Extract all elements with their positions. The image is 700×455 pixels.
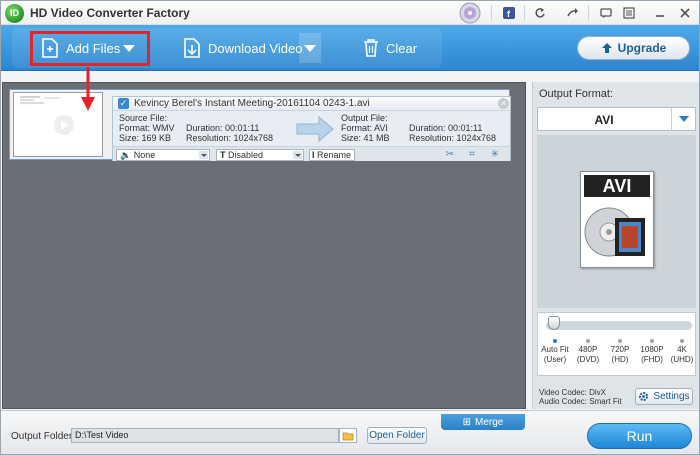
avi-format-icon: AVI xyxy=(580,171,654,268)
clear-button[interactable]: Clear xyxy=(363,25,417,71)
merge-icon: ⊞ xyxy=(462,416,472,428)
output-format-select[interactable]: AVI xyxy=(537,107,696,131)
rename-label: Rename xyxy=(317,150,352,160)
subtitle-select[interactable]: T Disabled xyxy=(216,149,304,161)
upgrade-button[interactable]: Upgrade xyxy=(577,36,690,60)
output-format-value: AVI xyxy=(594,113,614,127)
rename-button[interactable]: I Rename xyxy=(309,149,355,161)
avi-format-icon-label: AVI xyxy=(584,175,650,197)
file-info-card: ✓ Kevincy Berel's Instant Meeting-201611… xyxy=(112,96,511,161)
merge-label: Merge xyxy=(475,416,504,428)
annotation-arrow-icon xyxy=(81,67,95,111)
settings-label: Settings xyxy=(653,391,690,402)
app-window: ID HD Video Converter Factory f Add File… xyxy=(0,0,700,455)
chevron-down-icon xyxy=(293,151,302,159)
gear-icon xyxy=(639,392,649,401)
file-checkbox[interactable]: ✓ xyxy=(118,98,129,109)
download-icon xyxy=(184,38,200,58)
convert-arrow-icon xyxy=(296,115,334,143)
download-video-label: Download Video xyxy=(208,40,303,56)
minimize-icon[interactable] xyxy=(651,4,669,22)
format-preview[interactable]: AVI xyxy=(537,135,696,308)
download-video-button[interactable]: Download Video xyxy=(183,25,302,71)
effects-icon[interactable]: ✂ xyxy=(444,149,456,161)
audio-codec-info: Audio Codec: Smart Fit xyxy=(539,397,622,406)
disc-film-icon xyxy=(584,207,645,257)
speaker-icon: 🔈 xyxy=(120,150,132,160)
source-resolution: Resolution: 1024x768 xyxy=(186,133,274,143)
open-folder-button[interactable]: Open Folder xyxy=(367,427,427,444)
subtitle-value: Disabled xyxy=(228,150,264,160)
quality-tick xyxy=(586,339,590,343)
chevron-down-icon xyxy=(671,108,695,130)
clear-label: Clear xyxy=(386,40,418,56)
feedback-icon[interactable] xyxy=(597,4,615,22)
quality-level[interactable]: 720P (HD) xyxy=(603,345,637,365)
merge-button[interactable]: ⊞ Merge xyxy=(441,414,525,430)
settings-button[interactable]: Settings xyxy=(635,388,693,405)
source-format: Format: WMV xyxy=(119,123,175,133)
folder-icon[interactable] xyxy=(339,428,357,443)
run-button[interactable]: Run xyxy=(587,423,692,449)
quality-slider-thumb[interactable] xyxy=(548,316,560,330)
share-icon[interactable] xyxy=(564,4,582,22)
facebook-icon[interactable]: f xyxy=(500,4,518,22)
app-logo-icon: ID xyxy=(5,4,24,23)
arrow-up-icon xyxy=(601,43,612,53)
output-format-label: Output Format: xyxy=(539,88,613,100)
quality-level[interactable]: Auto Fit (User) xyxy=(538,345,572,365)
remove-file-icon[interactable]: × xyxy=(498,98,509,109)
output-format-panel: Output Format: AVI AVI Auto Fit (User) 4… xyxy=(532,82,699,409)
subtitle-icon: T xyxy=(220,150,226,160)
quality-tick xyxy=(553,339,557,343)
quality-slider-box: Auto Fit (User) 480P (DVD) 720P (HD) 1080P(… xyxy=(537,312,696,376)
source-size: Size: 169 KB xyxy=(119,133,172,143)
file-list-area: ✓ Kevincy Berel's Instant Meeting-201611… xyxy=(2,82,526,409)
refresh-icon[interactable] xyxy=(531,4,549,22)
separator xyxy=(491,5,492,21)
trash-icon xyxy=(364,39,378,57)
quality-tick xyxy=(650,339,654,343)
quality-level[interactable]: 1080P (FHD) xyxy=(635,345,669,365)
file-header: ✓ Kevincy Berel's Instant Meeting-201611… xyxy=(113,97,510,111)
quality-tick xyxy=(680,339,684,343)
output-title: Output File: xyxy=(341,113,388,123)
file-name: Kevincy Berel's Instant Meeting-20161104… xyxy=(134,98,370,109)
quality-slider-track[interactable] xyxy=(546,321,692,330)
menu-icon[interactable] xyxy=(620,4,638,22)
chevron-down-icon xyxy=(304,44,316,52)
disc-icon[interactable] xyxy=(455,2,485,24)
quality-level[interactable]: 4K (UHD) xyxy=(665,345,699,365)
quality-level[interactable]: 480P (DVD) xyxy=(571,345,605,365)
audio-track-select[interactable]: 🔈 None xyxy=(116,149,210,161)
output-duration: Duration: 00:01:11 xyxy=(409,123,483,133)
separator xyxy=(588,5,589,21)
quality-tick xyxy=(618,339,622,343)
source-title: Source File: xyxy=(119,113,168,123)
audio-track-value: None xyxy=(133,150,156,160)
chevron-down-icon xyxy=(199,151,208,159)
video-codec-info: Video Codec: DivX xyxy=(539,388,606,397)
upgrade-label: Upgrade xyxy=(617,41,667,55)
separator xyxy=(524,5,525,21)
add-files-highlight-box xyxy=(30,31,150,66)
output-folder-label: Output Folder: xyxy=(11,431,75,442)
file-options-bar: 🔈 None T Disabled I Rename ✂ ⌗ ✳ xyxy=(113,146,510,161)
source-duration: Duration: 00:01:11 xyxy=(186,123,260,133)
rename-icon: I xyxy=(312,150,315,160)
magic-wand-icon[interactable]: ✳ xyxy=(489,149,501,161)
download-video-dropdown[interactable] xyxy=(299,33,321,63)
app-title: HD Video Converter Factory xyxy=(30,6,190,20)
output-resolution: Resolution: 1024x768 xyxy=(409,133,497,143)
output-folder-input[interactable]: D:\Test Video xyxy=(71,428,339,443)
crop-icon[interactable]: ⌗ xyxy=(466,149,478,161)
close-icon[interactable] xyxy=(676,4,694,22)
title-bar: ID HD Video Converter Factory f xyxy=(1,1,699,25)
output-format: Format: AVI xyxy=(341,123,388,133)
output-size: Size: 41 MB xyxy=(341,133,390,143)
